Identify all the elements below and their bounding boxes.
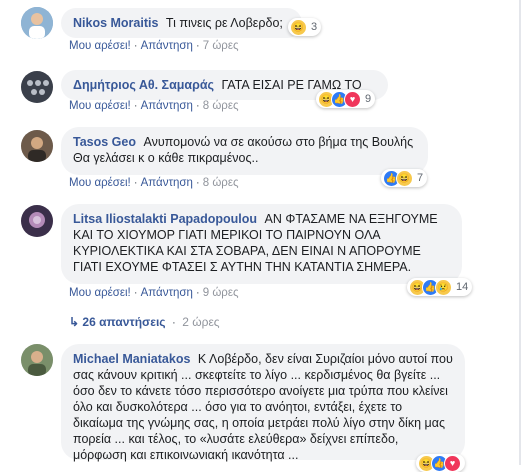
comment-text: Τι πινεις ρε Λοβερδο; [165, 16, 283, 30]
reaction-summary[interactable]: 👍 😆 7 [381, 169, 428, 187]
comment-author[interactable]: Michael Maniatakos [73, 352, 190, 366]
love-reaction-icon: ♥ [344, 90, 361, 108]
reaction-summary[interactable]: 😆 👍 😢 14 [407, 278, 473, 296]
replies-time: 2 ώρες [182, 315, 220, 329]
comment-author[interactable]: Δημήτριος Αθ. Σαμαράς [73, 78, 214, 92]
reaction-count: 7 [417, 172, 424, 184]
comment-actions: Μου αρέσει! · Απάντηση · 8 ώρες [69, 177, 239, 189]
reaction-summary[interactable]: 😆 3 [288, 18, 322, 36]
reply-link[interactable]: Απάντηση [141, 287, 193, 299]
comment-actions: Μου αρέσει! · Απάντηση · 8 ώρες [69, 100, 239, 112]
replies-count-link[interactable]: 26 απαντήσεις [82, 315, 165, 329]
reaction-count: 9 [365, 93, 372, 105]
comment-bubble: Tasos Geo Ανυπομονώ να σε ακούσω στο βήμ… [61, 127, 428, 175]
comment-text: Κ Λοβέρδο, δεν είναι Συριζαίοι μόνο αυτο… [73, 352, 453, 462]
comment-actions: Μου αρέσει! · Απάντηση · 9 ώρες [69, 287, 239, 299]
comment-author[interactable]: Nikos Moraitis [73, 16, 158, 30]
comment: Litsa Iliostalakti Papadopoulou ΑΝ ΦΤΑΣΑ… [0, 200, 521, 310]
like-link[interactable]: Μου αρέσει! [69, 100, 131, 112]
comment-bubble: Nikos Moraitis Τι πινεις ρε Λοβερδο; [61, 8, 302, 38]
haha-reaction-icon: 😆 [290, 18, 307, 36]
comment-author[interactable]: Tasos Geo [73, 135, 136, 149]
comment: Michael Maniatakos Κ Λοβέρδο, δεν είναι … [0, 340, 521, 472]
avatar[interactable] [21, 7, 53, 39]
comment: Tasos Geo Ανυπομονώ να σε ακούσω στο βήμ… [0, 122, 521, 197]
haha-reaction-icon: 😆 [396, 169, 413, 187]
comment-author[interactable]: Litsa Iliostalakti Papadopoulou [73, 212, 257, 226]
avatar[interactable] [21, 205, 53, 237]
comment-bubble: Litsa Iliostalakti Papadopoulou ΑΝ ΦΤΑΣΑ… [61, 204, 462, 284]
reply-link[interactable]: Απάντηση [141, 40, 193, 52]
comment-time[interactable]: 8 ώρες [203, 177, 239, 189]
comment: Nikos Moraitis Τι πινεις ρε Λοβερδο; 😆 3… [0, 0, 521, 60]
like-link[interactable]: Μου αρέσει! [69, 177, 131, 189]
view-replies[interactable]: ↳ 26 απαντήσεις · 2 ώρες [69, 315, 220, 329]
reply-link[interactable]: Απάντηση [141, 100, 193, 112]
sad-reaction-icon: 😢 [435, 278, 452, 296]
love-reaction-icon: ♥ [444, 454, 461, 472]
reaction-summary[interactable]: 😆 👍 ♥ 9 [316, 90, 376, 108]
reply-arrow-icon: ↳ [69, 315, 80, 329]
comment-bubble: Michael Maniatakos Κ Λοβέρδο, δεν είναι … [61, 344, 465, 462]
like-link[interactable]: Μου αρέσει! [69, 40, 131, 52]
avatar[interactable] [21, 71, 53, 103]
reaction-count: 3 [311, 21, 318, 33]
reaction-summary[interactable]: 😆 👍 ♥ [416, 454, 465, 472]
avatar[interactable] [21, 344, 53, 376]
comment: Δημήτριος Αθ. Σαμαράς ΓΑΤΑ ΕΙΣΑΙ ΡΕ ΓΑΜΩ… [0, 62, 521, 122]
comment-time[interactable]: 7 ώρες [203, 40, 239, 52]
like-link[interactable]: Μου αρέσει! [69, 287, 131, 299]
reply-link[interactable]: Απάντηση [141, 177, 193, 189]
avatar[interactable] [21, 130, 53, 162]
reaction-count: 14 [456, 281, 469, 293]
comment-time[interactable]: 9 ώρες [203, 287, 239, 299]
comment-actions: Μου αρέσει! · Απάντηση · 7 ώρες [69, 40, 239, 52]
comment-time[interactable]: 8 ώρες [203, 100, 239, 112]
